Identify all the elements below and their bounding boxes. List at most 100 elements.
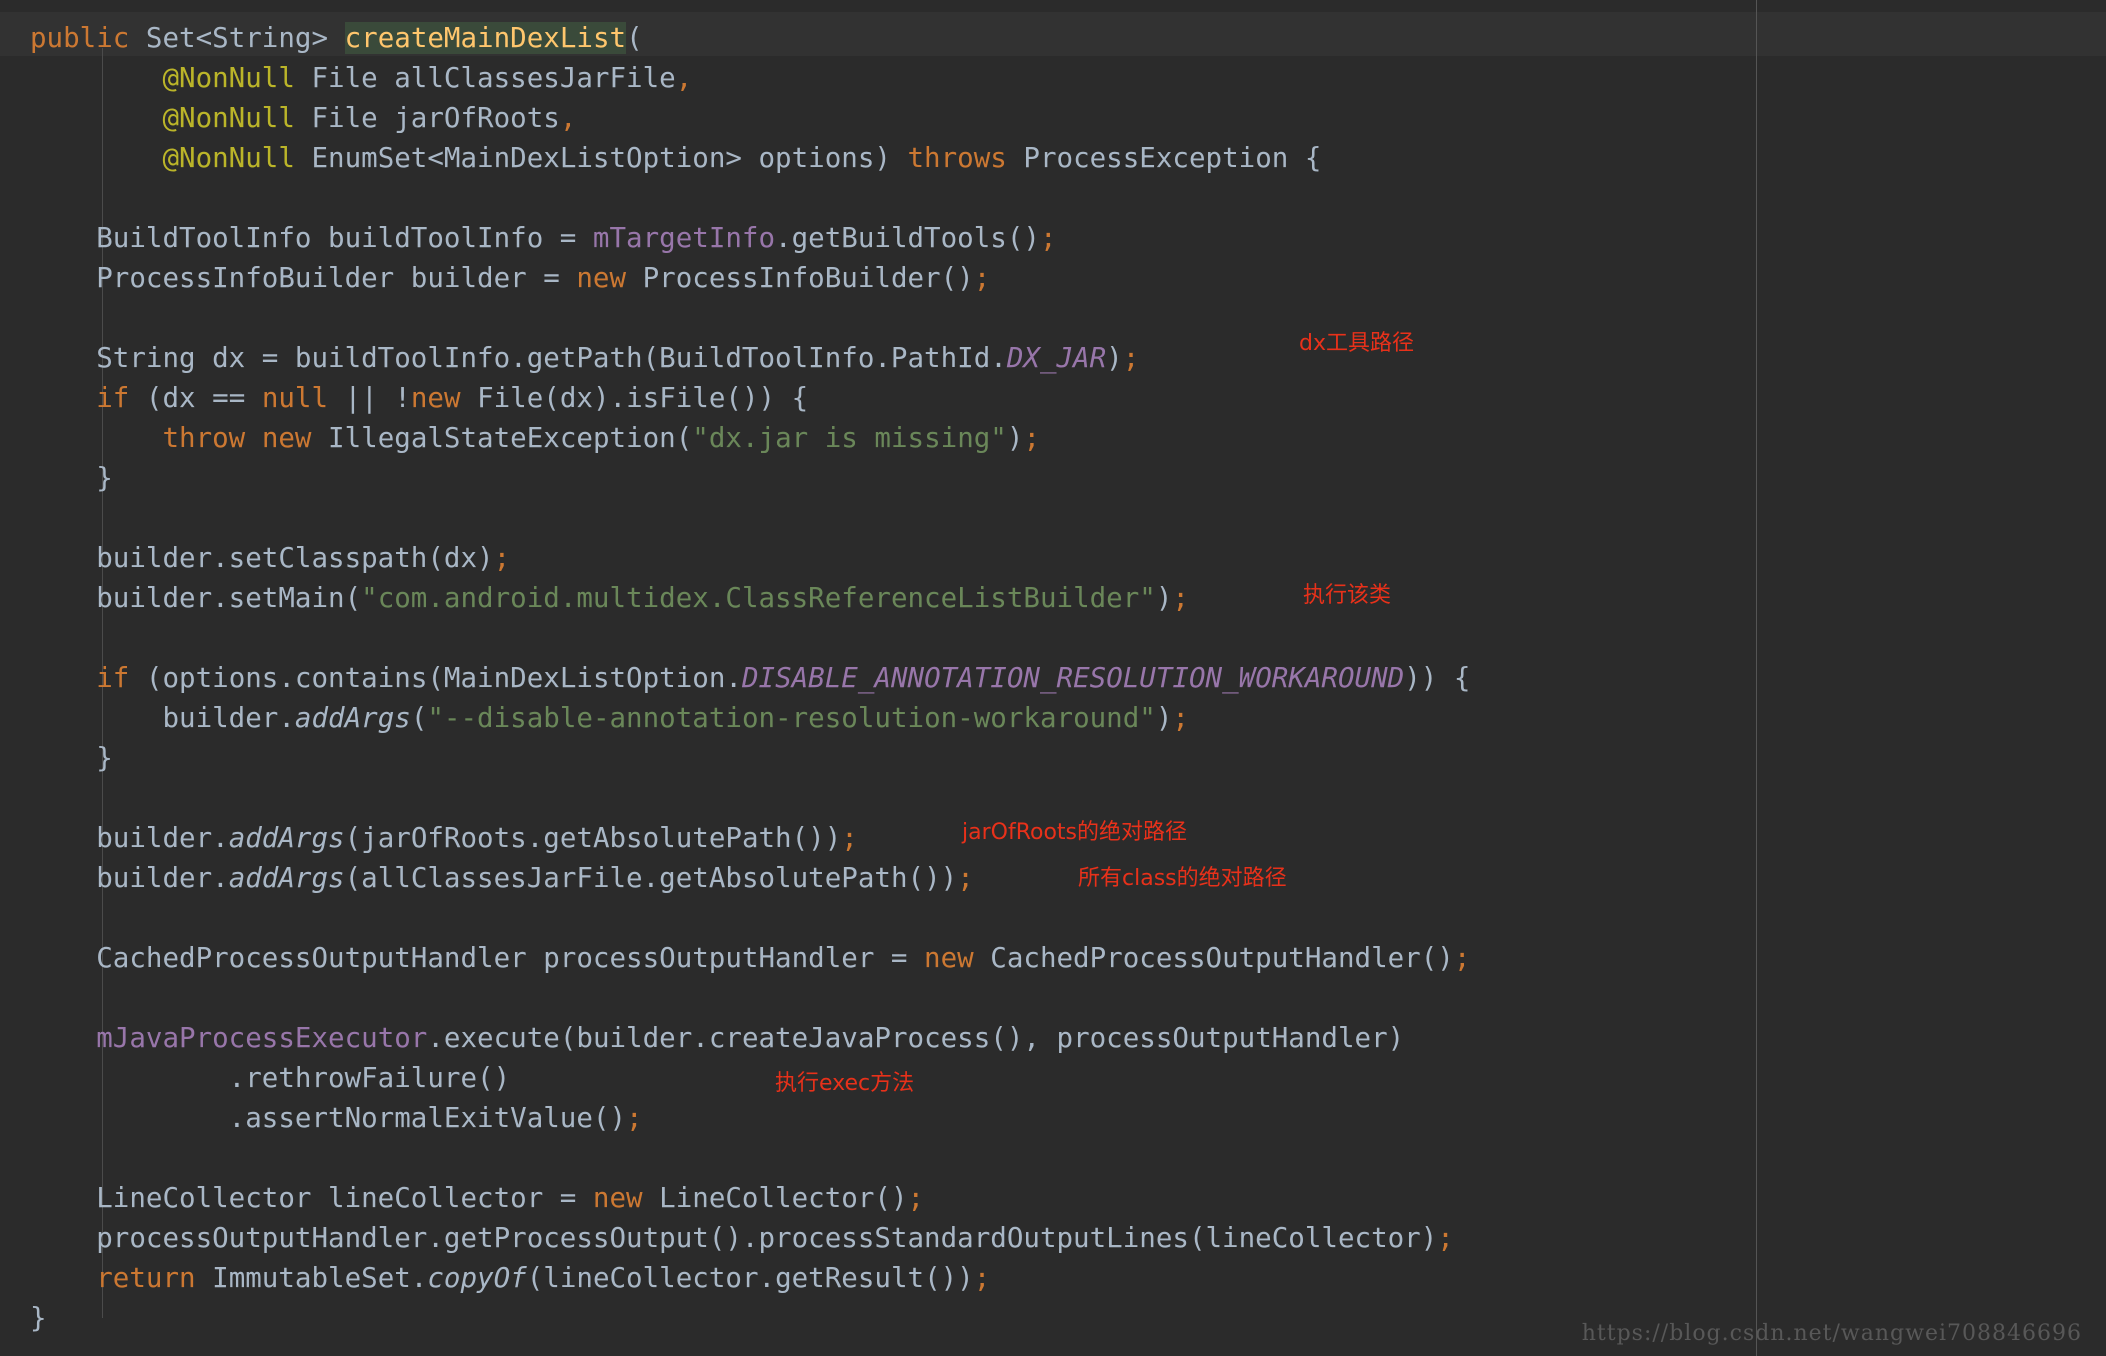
code-token: ;	[973, 262, 991, 294]
code-token: IllegalStateException(	[311, 422, 693, 454]
code-token: DX_JAR	[1006, 342, 1107, 374]
code-line[interactable]: throw new IllegalStateException("dx.jar …	[30, 418, 1040, 458]
code-token: ProcessInfoBuilder()	[626, 262, 974, 294]
code-line[interactable]: mJavaProcessExecutor.execute(builder.cre…	[30, 1018, 1404, 1058]
code-line[interactable]: builder.setMain("com.android.multidex.Cl…	[30, 578, 1189, 618]
code-token: ;	[841, 822, 858, 854]
code-token: builder.	[30, 822, 229, 854]
code-token: ImmutableSet.	[195, 1262, 428, 1294]
code-token: CachedProcessOutputHandler()	[973, 942, 1454, 974]
code-line[interactable]: }	[30, 738, 113, 778]
code-line[interactable]: return ImmutableSet.copyOf(lineCollector…	[30, 1258, 990, 1298]
code-token: .execute(builder.createJavaProcess(), pr…	[427, 1022, 1405, 1054]
code-note-annotation: jarOfRoots的绝对路径	[962, 820, 1188, 845]
code-line[interactable]: ProcessInfoBuilder builder = new Process…	[30, 258, 990, 298]
code-token: (dx ==	[129, 382, 262, 414]
code-token: (lineCollector.getResult())	[526, 1262, 974, 1294]
code-token: ;	[1122, 342, 1140, 374]
code-line[interactable]: public Set<String> createMainDexList(	[30, 18, 643, 58]
code-token: ;	[907, 1182, 925, 1214]
code-text-layer[interactable]: public Set<String> createMainDexList( @N…	[0, 0, 2106, 1356]
code-token: copyOf	[427, 1262, 527, 1294]
code-token: CachedProcessOutputHandler processOutput…	[30, 942, 925, 974]
code-line[interactable]: builder.addArgs("--disable-annotation-re…	[30, 698, 1189, 738]
code-line[interactable]: processOutputHandler.getProcessOutput().…	[30, 1218, 1454, 1258]
code-token: @NonNull	[162, 62, 295, 94]
code-note-annotation: 执行该类	[1303, 583, 1392, 608]
code-token: Set<String>	[145, 22, 329, 54]
code-token: )	[1006, 422, 1024, 454]
code-token: (	[626, 22, 643, 54]
code-line[interactable]: LineCollector lineCollector = new LineCo…	[30, 1178, 924, 1218]
code-token: new	[576, 262, 627, 294]
code-note-annotation: dx工具路径	[1299, 331, 1414, 356]
code-token: DISABLE_ANNOTATION_RESOLUTION_WORKAROUND	[741, 662, 1405, 694]
code-line[interactable]: @NonNull EnumSet<MainDexListOption> opti…	[30, 138, 1321, 178]
code-token: new	[410, 382, 461, 414]
code-line[interactable]: .assertNormalExitValue();	[30, 1098, 643, 1138]
code-line[interactable]: if (options.contains(MainDexListOption.D…	[30, 658, 1470, 698]
code-line[interactable]: builder.addArgs(jarOfRoots.getAbsolutePa…	[30, 818, 858, 858]
code-token: File(dx).isFile()) {	[460, 382, 809, 414]
code-token: "dx.jar is missing"	[692, 422, 1007, 454]
code-token: (allClassesJarFile.getAbsolutePath())	[344, 862, 958, 894]
code-line[interactable]: }	[30, 1298, 47, 1338]
code-token: .assertNormalExitValue()	[30, 1102, 627, 1134]
code-token: @NonNull	[162, 142, 295, 174]
code-line[interactable]: builder.addArgs(allClassesJarFile.getAbs…	[30, 858, 974, 898]
code-line[interactable]: .rethrowFailure()	[30, 1058, 510, 1098]
code-token: ;	[1437, 1222, 1454, 1254]
code-token: "com.android.multidex.ClassReferenceList…	[361, 582, 1156, 614]
code-token: ProcessException {	[1006, 142, 1322, 174]
code-token: if	[96, 662, 130, 694]
code-token: ;	[1453, 942, 1471, 974]
code-token: addArgs	[228, 822, 345, 854]
code-line[interactable]: if (dx == null || !new File(dx).isFile()…	[30, 378, 808, 418]
code-token: null	[261, 382, 329, 414]
code-line[interactable]: }	[30, 458, 113, 498]
code-line[interactable]: BuildToolInfo buildToolInfo = mTargetInf…	[30, 218, 1056, 258]
code-token: String dx = buildToolInfo.getPath(BuildT…	[30, 342, 1007, 374]
code-token: addArgs	[228, 862, 345, 894]
code-token: LineCollector lineCollector =	[30, 1182, 593, 1214]
code-token: }	[30, 1302, 47, 1334]
code-token: "--disable-annotation-resolution-workaro…	[427, 702, 1156, 734]
code-token: ;	[957, 862, 974, 894]
code-editor-canvas[interactable]: public Set<String> createMainDexList( @N…	[0, 0, 2106, 1356]
code-token: (	[410, 702, 428, 734]
code-token: .getBuildTools()	[775, 222, 1040, 254]
code-token: File jarOfRoots	[311, 102, 560, 134]
code-token: ,	[675, 62, 693, 94]
code-token: createMainDexList	[344, 22, 627, 54]
code-token: mJavaProcessExecutor	[96, 1022, 428, 1054]
code-token: EnumSet<MainDexListOption> options)	[311, 142, 908, 174]
code-token: )	[1106, 342, 1123, 374]
code-token: ;	[1172, 702, 1189, 734]
code-line[interactable]: @NonNull File jarOfRoots,	[30, 98, 576, 138]
code-token: ProcessInfoBuilder builder =	[30, 262, 577, 294]
code-line[interactable]: builder.setClasspath(dx);	[30, 538, 510, 578]
code-token: ;	[493, 542, 511, 574]
code-token: builder.setClasspath(dx)	[30, 542, 494, 574]
code-token: )) {	[1404, 662, 1471, 694]
code-token: builder.	[30, 702, 295, 734]
code-note-annotation: 所有class的绝对路径	[1078, 866, 1287, 891]
code-token: new	[261, 422, 312, 454]
code-line[interactable]: @NonNull File allClassesJarFile,	[30, 58, 692, 98]
code-token: public	[30, 22, 130, 54]
code-token: File allClassesJarFile	[311, 62, 676, 94]
code-line[interactable]: CachedProcessOutputHandler processOutput…	[30, 938, 1470, 978]
code-token: ;	[1023, 422, 1040, 454]
code-line[interactable]: String dx = buildToolInfo.getPath(BuildT…	[30, 338, 1139, 378]
